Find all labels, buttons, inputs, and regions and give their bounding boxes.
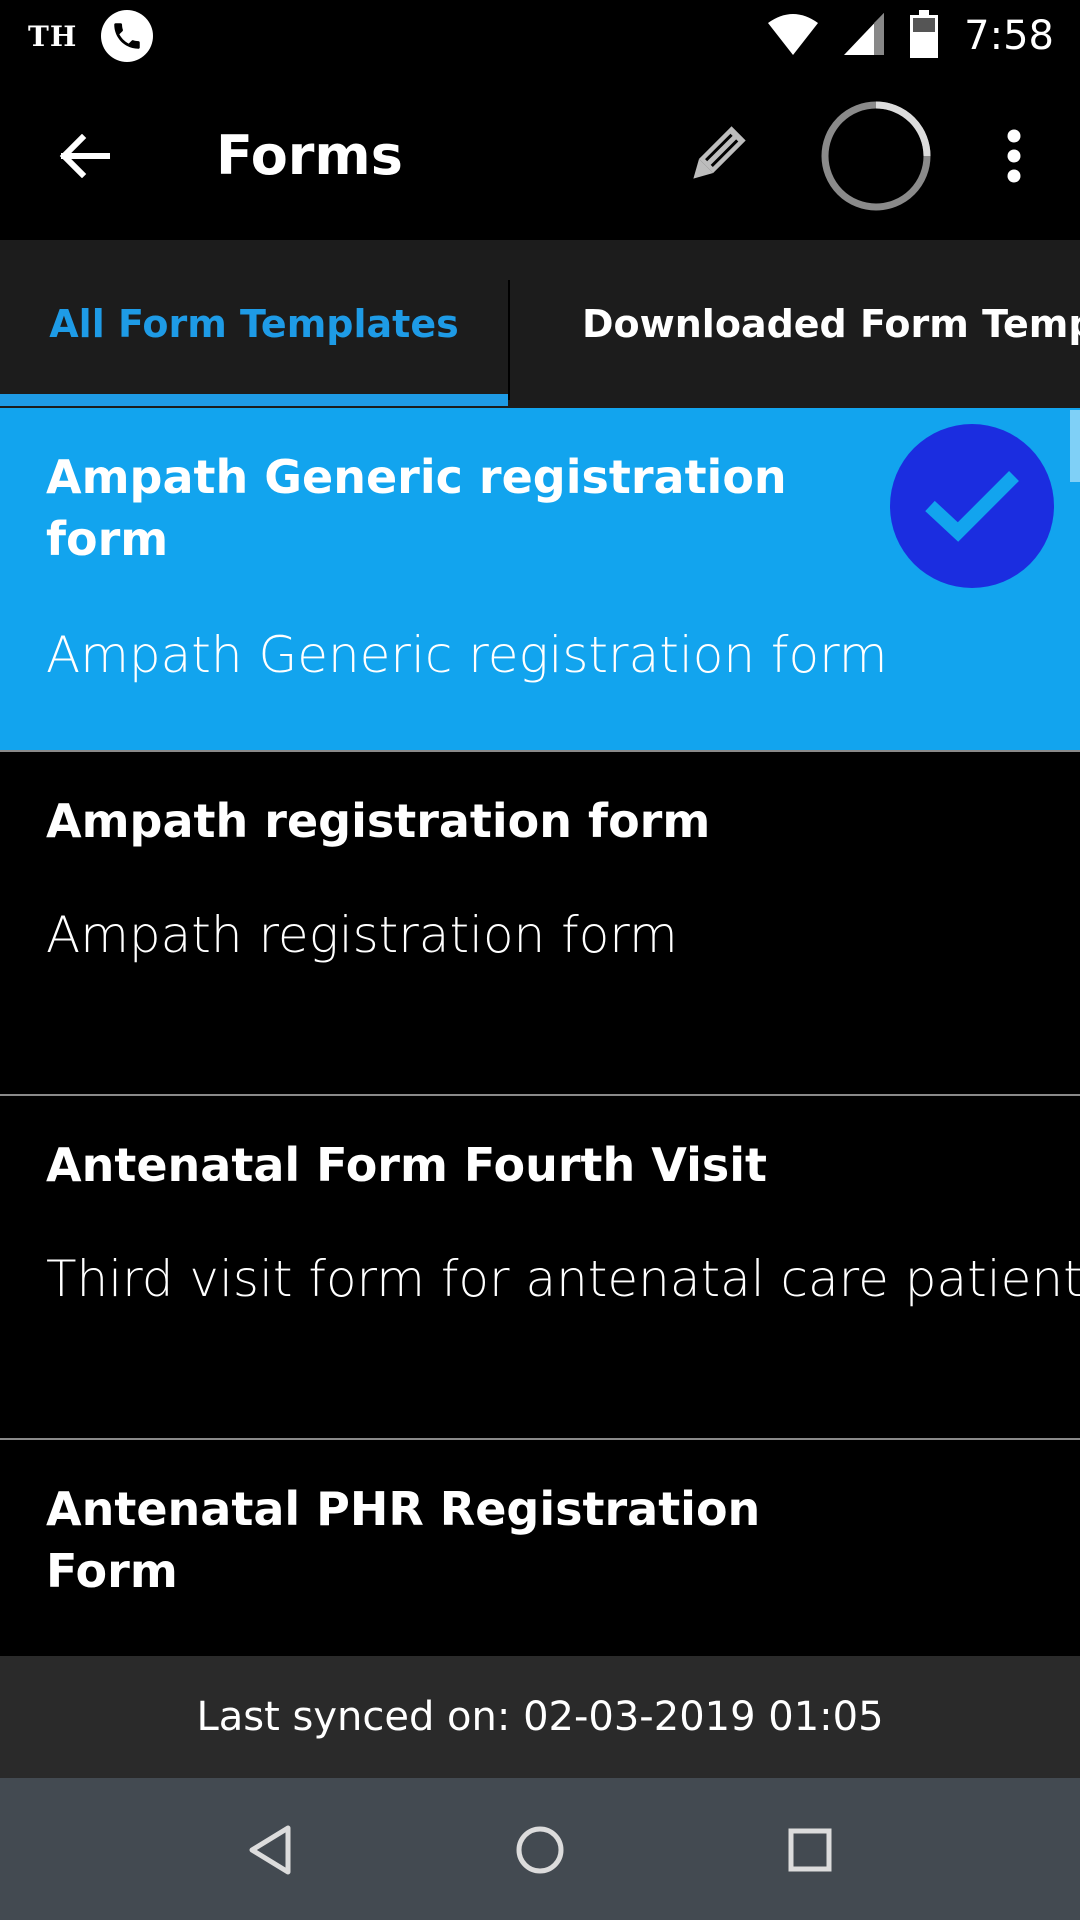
tab-bar: All Form Templates Downloaded Form Templ… — [0, 240, 1080, 408]
status-bar: TH 7:58 — [0, 0, 1080, 72]
signal-icon — [844, 13, 885, 59]
loading-spinner-icon — [820, 100, 932, 212]
list-item[interactable]: Ampath Generic registration form Ampath … — [0, 408, 1080, 752]
list-item[interactable]: Ampath registration form Ampath registra… — [0, 752, 1080, 1096]
form-title: Antenatal PHR Registration Form — [46, 1482, 761, 1598]
page-title: Forms — [216, 124, 403, 187]
active-tab-indicator — [0, 394, 508, 406]
edit-pencil-icon[interactable] — [676, 116, 756, 196]
form-title: Ampath Generic registration form — [46, 450, 787, 566]
list-item[interactable]: Antenatal Form Fourth Visit Third visit … — [0, 1096, 1080, 1440]
tab-downloaded-form-templates[interactable]: Downloaded Form Templates — [582, 240, 1080, 408]
system-nav-bar — [0, 1778, 1080, 1920]
list-item[interactable]: Antenatal PHR Registration Form — [0, 1440, 1080, 1656]
overflow-menu-icon[interactable] — [990, 122, 1038, 190]
forms-list[interactable]: Ampath Generic registration form Ampath … — [0, 408, 1080, 1656]
nav-recents-icon[interactable] — [774, 1814, 846, 1886]
app-bar: Forms — [0, 72, 1080, 240]
form-title: Ampath registration form — [46, 794, 711, 848]
nav-back-icon[interactable] — [234, 1814, 306, 1886]
sync-status: Last synced on: 02-03-2019 01:05 — [0, 1656, 1080, 1778]
clock: 7:58 — [964, 13, 1054, 59]
phone-icon — [101, 10, 154, 62]
tab-divider — [508, 280, 510, 400]
scrollbar-thumb[interactable] — [1070, 410, 1080, 482]
form-description: Ampath Generic registration form — [46, 626, 888, 684]
nav-home-icon[interactable] — [504, 1814, 576, 1886]
form-title: Antenatal Form Fourth Visit — [46, 1138, 767, 1192]
form-description: Third visit form for antenatal care pati… — [46, 1250, 1080, 1308]
form-description: Ampath registration form — [46, 906, 678, 964]
back-arrow-icon[interactable] — [50, 122, 118, 190]
selected-badge — [890, 424, 1054, 588]
checkmark-icon — [925, 471, 1019, 542]
carrier-label: TH — [28, 19, 78, 53]
tab-all-form-templates[interactable]: All Form Templates — [0, 240, 508, 408]
battery-icon — [910, 10, 939, 62]
wifi-icon — [768, 13, 819, 59]
